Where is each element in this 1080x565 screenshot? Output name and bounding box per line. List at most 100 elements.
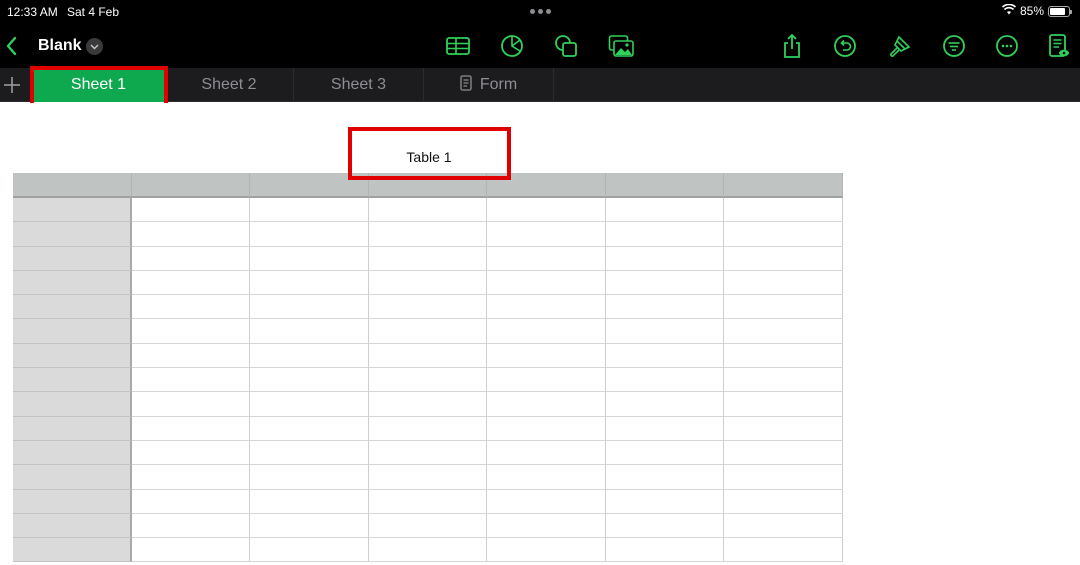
table-cell[interactable]: [724, 465, 843, 490]
table-cell[interactable]: [487, 295, 606, 320]
table-cell[interactable]: [368, 270, 487, 296]
table-cell[interactable]: [605, 343, 724, 369]
table-cell[interactable]: [487, 416, 606, 441]
table-cell[interactable]: [131, 440, 250, 466]
table-cell[interactable]: [605, 489, 724, 514]
more-button[interactable]: [994, 33, 1020, 59]
title-menu-button[interactable]: [86, 38, 103, 55]
undo-button[interactable]: [832, 33, 858, 59]
row-header-cell[interactable]: [13, 489, 132, 514]
insert-table-button[interactable]: [445, 33, 471, 59]
table-cell[interactable]: [605, 198, 724, 223]
table-cell[interactable]: [724, 343, 843, 369]
table-cell[interactable]: [724, 538, 843, 563]
table-cell[interactable]: [724, 198, 843, 223]
table-cell[interactable]: [250, 270, 369, 296]
table-cell[interactable]: [250, 343, 369, 369]
insert-media-button[interactable]: [608, 33, 634, 59]
table-cell[interactable]: [605, 513, 724, 539]
organize-button[interactable]: [941, 33, 967, 59]
table-cell[interactable]: [131, 465, 250, 490]
table-cell[interactable]: [131, 295, 250, 320]
share-button[interactable]: [779, 33, 805, 59]
tab-sheet-2[interactable]: Sheet 2: [165, 68, 294, 102]
tab-form[interactable]: Form: [424, 68, 554, 102]
header-cell[interactable]: [368, 173, 487, 198]
multitasking-dots-icon[interactable]: [530, 9, 551, 14]
header-cell[interactable]: [605, 173, 724, 198]
row-header-cell[interactable]: [13, 270, 132, 296]
back-button[interactable]: [2, 34, 22, 58]
tab-sheet-1[interactable]: Sheet 1: [33, 68, 165, 102]
table-cell[interactable]: [605, 295, 724, 320]
table-cell[interactable]: [487, 392, 606, 417]
table-cell[interactable]: [368, 198, 487, 223]
table-cell[interactable]: [724, 246, 843, 271]
table-cell[interactable]: [724, 489, 843, 514]
table-cell[interactable]: [724, 416, 843, 441]
table-cell[interactable]: [250, 198, 369, 223]
table-cell[interactable]: [131, 222, 250, 247]
table-cell[interactable]: [605, 465, 724, 490]
table-cell[interactable]: [605, 222, 724, 247]
table-cell[interactable]: [487, 513, 606, 539]
table-cell[interactable]: [487, 489, 606, 514]
table-cell[interactable]: [487, 319, 606, 344]
table-cell[interactable]: [368, 343, 487, 369]
table-cell[interactable]: [724, 368, 843, 393]
table-cell[interactable]: [487, 270, 606, 296]
table-cell[interactable]: [605, 538, 724, 563]
table-cell[interactable]: [368, 368, 487, 393]
table-cell[interactable]: [131, 368, 250, 393]
table-cell[interactable]: [605, 246, 724, 271]
table-cell[interactable]: [724, 440, 843, 466]
table-cell[interactable]: [487, 343, 606, 369]
header-cell[interactable]: [487, 173, 606, 198]
table-cell[interactable]: [368, 440, 487, 466]
header-cell[interactable]: [131, 173, 250, 198]
table-cell[interactable]: [605, 319, 724, 344]
row-header-cell[interactable]: [13, 465, 132, 490]
table-cell[interactable]: [250, 465, 369, 490]
table-cell[interactable]: [487, 246, 606, 271]
table-cell[interactable]: [724, 270, 843, 296]
table-cell[interactable]: [131, 538, 250, 563]
table-cell[interactable]: [131, 319, 250, 344]
table-cell[interactable]: [250, 489, 369, 514]
table-cell[interactable]: [250, 416, 369, 441]
table-cell[interactable]: [605, 270, 724, 296]
table-cell[interactable]: [131, 489, 250, 514]
row-header-cell[interactable]: [13, 392, 132, 417]
table-cell[interactable]: [487, 222, 606, 247]
table-cell[interactable]: [368, 465, 487, 490]
table-cell[interactable]: [487, 198, 606, 223]
row-header-cell[interactable]: [13, 198, 132, 223]
table-cell[interactable]: [250, 538, 369, 563]
add-sheet-button[interactable]: [2, 75, 22, 95]
table-cell[interactable]: [724, 319, 843, 344]
table-cell[interactable]: [131, 513, 250, 539]
table-cell[interactable]: [368, 416, 487, 441]
table-cell[interactable]: [368, 222, 487, 247]
table-cell[interactable]: [724, 222, 843, 247]
row-header-cell[interactable]: [13, 343, 132, 369]
table-cell[interactable]: [487, 440, 606, 466]
table-cell[interactable]: [250, 368, 369, 393]
table-cell[interactable]: [250, 440, 369, 466]
document-title[interactable]: Blank: [38, 37, 82, 55]
table-cell[interactable]: [487, 368, 606, 393]
table-cell[interactable]: [605, 392, 724, 417]
row-header-cell[interactable]: [13, 416, 132, 441]
header-cell[interactable]: [724, 173, 843, 198]
table-cell[interactable]: [487, 465, 606, 490]
table-cell[interactable]: [131, 343, 250, 369]
row-header-cell[interactable]: [13, 295, 132, 320]
table-cell[interactable]: [250, 295, 369, 320]
table-cell[interactable]: [605, 368, 724, 393]
row-header-cell[interactable]: [13, 538, 132, 563]
insert-chart-button[interactable]: [499, 33, 525, 59]
table-cell[interactable]: [131, 416, 250, 441]
insert-shape-button[interactable]: [553, 33, 579, 59]
table-cell[interactable]: [131, 392, 250, 417]
table-cell[interactable]: [250, 246, 369, 271]
